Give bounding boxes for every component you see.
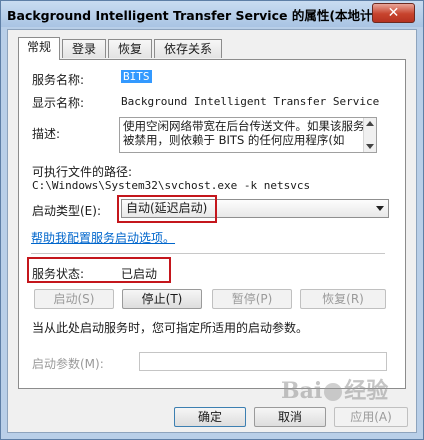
watermark-text-left: Bai [281, 378, 323, 404]
start-params-hint: 当从此处启动服务时，您可指定所适用的启动参数。 [32, 321, 309, 335]
display-name-value[interactable]: Background Intelligent Transfer Service [121, 95, 379, 108]
tab-logon[interactable]: 登录 [62, 39, 106, 58]
dropdown-arrow-icon[interactable] [376, 206, 384, 211]
window-title: Background Intelligent Transfer Service … [7, 8, 404, 23]
description-scrollbar[interactable] [363, 118, 376, 152]
display-name-label: 显示名称: [32, 96, 85, 110]
resume-service-button[interactable]: 恢复(R) [300, 289, 386, 309]
tab-recovery[interactable]: 恢复 [108, 39, 152, 58]
startup-type-highlight-box [117, 195, 217, 223]
start-params-label: 启动参数(M): [32, 357, 104, 371]
exe-path-value: C:\Windows\System32\svchost.exe -k netsv… [32, 179, 311, 192]
help-configure-link[interactable]: 帮助我配置服务启动选项。 [31, 229, 175, 246]
close-icon: ✕ [387, 5, 400, 21]
cancel-button[interactable]: 取消 [254, 407, 326, 427]
scroll-down-arrow-icon[interactable] [366, 144, 374, 149]
startup-type-label: 启动类型(E): [32, 204, 101, 218]
paw-logo-icon [324, 383, 343, 401]
scroll-up-arrow-icon[interactable] [366, 121, 374, 126]
exe-path-label: 可执行文件的路径: [32, 165, 133, 179]
start-params-input[interactable] [139, 352, 387, 371]
separator-status [31, 253, 385, 254]
stop-service-button[interactable]: 停止(T) [122, 289, 202, 309]
description-box[interactable]: 使用空闲网络带宽在后台传送文件。如果该服务被禁用，则依赖于 BITS 的任何应用… [119, 117, 377, 153]
ok-button[interactable]: 确定 [174, 407, 246, 427]
service-name-value[interactable]: BITS [121, 70, 152, 83]
description-label: 描述: [32, 127, 61, 141]
service-name-label: 服务名称: [32, 73, 85, 87]
tab-general[interactable]: 常规 [18, 37, 60, 60]
start-service-button[interactable]: 启动(S) [34, 289, 114, 309]
pause-service-button[interactable]: 暂停(P) [212, 289, 292, 309]
apply-button[interactable]: 应用(A) [334, 407, 408, 427]
close-button[interactable]: ✕ [372, 3, 415, 23]
properties-window: Background Intelligent Transfer Service … [0, 0, 424, 440]
title-bar[interactable]: Background Intelligent Transfer Service … [1, 1, 423, 27]
tab-dependencies[interactable]: 依存关系 [154, 39, 222, 58]
service-status-highlight-box [27, 257, 171, 283]
description-text: 使用空闲网络带宽在后台传送文件。如果该服务被禁用，则依赖于 BITS 的任何应用… [123, 119, 365, 147]
watermark-text-right: 经验 [344, 378, 389, 404]
baidu-watermark: Bai 经验 [281, 373, 421, 409]
